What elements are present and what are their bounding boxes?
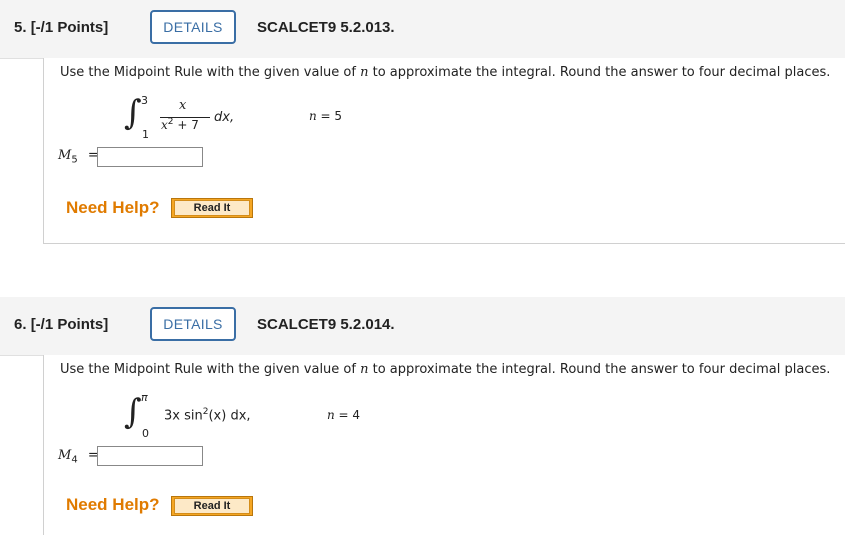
question-points: [-/1 Points]: [30, 19, 109, 36]
instruction-post: to approximate the integral. Round the a…: [368, 362, 831, 377]
integral-sign: ∫: [124, 93, 142, 133]
integral-expression: ∫ π 0 3x sin2(x) dx, n = 4: [124, 389, 424, 443]
differential: dx,: [214, 110, 235, 125]
integrand-pre: 3x sin: [164, 408, 203, 424]
fraction-denominator: x2 + 7: [161, 117, 199, 132]
lower-limit: 0: [142, 427, 149, 440]
integral-expression: ∫ 3 1 x x2 + 7 dx, n = 5: [124, 90, 404, 144]
fraction-numerator: x: [179, 98, 187, 113]
details-label: DETAILS: [163, 19, 223, 35]
question-number: 5.: [14, 19, 27, 36]
answer-var: M: [58, 448, 72, 463]
denominator-base: x: [161, 118, 168, 132]
read-it-button[interactable]: Read It: [171, 496, 253, 516]
n-value: n = 5: [309, 109, 342, 123]
question-number: 6.: [14, 316, 27, 333]
read-it-label: Read It: [193, 500, 231, 512]
answer-sub: 5: [71, 154, 78, 166]
question-5-number: 5. [-/1 Points]: [14, 19, 108, 36]
upper-limit: π: [141, 391, 148, 404]
question-points: [-/1 Points]: [30, 316, 109, 333]
details-button[interactable]: DETAILS: [150, 307, 236, 341]
integral-sign: ∫: [124, 392, 142, 432]
n-number: = 4: [334, 408, 361, 422]
instruction-post: to approximate the integral. Round the a…: [368, 65, 831, 80]
details-label: DETAILS: [163, 316, 223, 332]
question-code: SCALCET9 5.2.013.: [257, 19, 395, 36]
n-label: n: [327, 408, 335, 422]
question-6-body: Use the Midpoint Rule with the given val…: [43, 355, 845, 535]
lower-limit: 1: [142, 128, 149, 141]
need-help-label: Need Help?: [66, 495, 160, 514]
answer-var: M: [58, 148, 72, 163]
answer-label: M4 =: [58, 448, 99, 466]
read-it-button[interactable]: Read It: [171, 198, 253, 218]
read-it-label: Read It: [193, 202, 231, 214]
details-button[interactable]: DETAILS: [150, 10, 236, 44]
instruction-text: Use the Midpoint Rule with the given val…: [60, 362, 830, 377]
integrand-post: (x) dx,: [208, 408, 251, 424]
question-6-number: 6. [-/1 Points]: [14, 316, 108, 333]
instruction-text: Use the Midpoint Rule with the given val…: [60, 65, 830, 80]
n-label: n: [309, 109, 317, 123]
need-help-label: Need Help?: [66, 198, 160, 217]
answer-input-m4[interactable]: [97, 446, 203, 466]
question-code: SCALCET9 5.2.014.: [257, 316, 395, 333]
n-number: = 5: [316, 109, 343, 123]
answer-label: M5 =: [58, 148, 99, 166]
instruction-pre: Use the Midpoint Rule with the given val…: [60, 65, 361, 80]
question-6-header: 6. [-/1 Points] DETAILS SCALCET9 5.2.014…: [0, 297, 845, 356]
integrand: 3x sin2(x) dx,: [164, 407, 251, 423]
read-it-inner: Read It: [174, 498, 250, 514]
upper-limit: 3: [141, 94, 148, 107]
instruction-pre: Use the Midpoint Rule with the given val…: [60, 362, 361, 377]
answer-input-m5[interactable]: [97, 147, 203, 167]
read-it-inner: Read It: [174, 200, 250, 216]
n-value: n = 4: [327, 408, 360, 422]
denominator-rest: + 7: [173, 118, 199, 132]
question-5-body: Use the Midpoint Rule with the given val…: [43, 58, 845, 244]
question-5-header: 5. [-/1 Points] DETAILS SCALCET9 5.2.013…: [0, 0, 845, 59]
answer-sub: 4: [71, 454, 78, 466]
